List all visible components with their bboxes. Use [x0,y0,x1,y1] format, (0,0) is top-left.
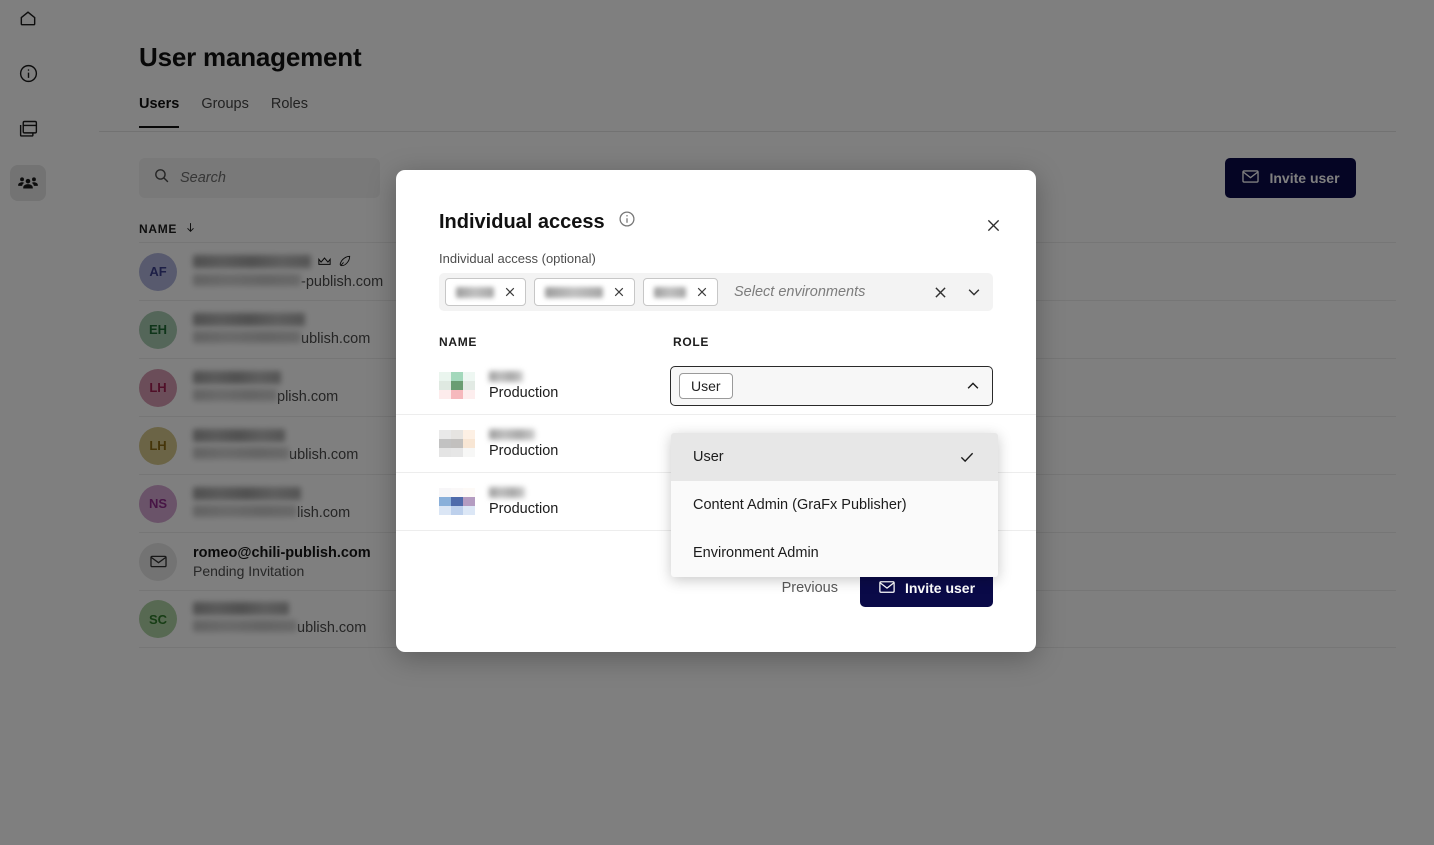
environment-chip[interactable] [643,278,718,306]
dialog-title-text: Individual access [439,210,605,233]
close-icon[interactable] [612,285,626,299]
environment-name-cell: Production [439,370,670,401]
role-dropdown-menu: User Content Admin (GraFx Publisher) Envir… [671,433,998,577]
environment-labels: Production [489,370,559,401]
chevron-up-icon[interactable] [964,377,982,395]
environment-chip-label [545,286,603,298]
column-header-role: ROLE [673,335,710,349]
role-select[interactable]: User [669,365,993,406]
role-option-label: Environment Admin [693,545,819,561]
role-option-label: Content Admin (GraFx Publisher) [693,497,907,513]
environment-name-redacted [489,428,535,440]
invite-user-label: Invite user [904,580,976,596]
check-icon [958,448,976,466]
close-icon[interactable] [982,214,1004,236]
role-option[interactable]: User [671,433,998,481]
close-icon[interactable] [503,285,517,299]
environment-chip-label [654,286,686,298]
environment-thumbnail [439,371,475,400]
role-option[interactable]: Content Admin (GraFx Publisher) [671,481,998,529]
environment-subtitle: Production [489,442,559,459]
environment-chip-label [456,286,494,298]
environment-labels: Production [489,428,559,459]
environment-thumbnail [439,487,475,516]
environment-name-cell: Production [439,428,670,459]
environment-chip[interactable] [445,278,526,306]
environment-labels: Production [489,486,559,517]
environment-name-redacted [489,370,523,382]
environments-placeholder: Select environments [734,284,866,300]
environments-table-header: NAME ROLE [439,335,993,349]
individual-access-dialog: Individual access Individual access (opt… [396,170,1036,652]
role-selected-value: User [678,372,733,399]
close-icon[interactable] [695,285,709,299]
chevron-down-icon[interactable] [961,283,987,301]
role-option[interactable]: Environment Admin [671,529,998,577]
dialog-title: Individual access [439,210,636,234]
envelope-icon [878,578,896,599]
clear-selection-icon[interactable] [927,284,953,301]
environment-chip[interactable] [534,278,635,306]
column-header-name: NAME [439,335,478,349]
info-circle-icon[interactable] [618,210,636,234]
environments-multiselect[interactable]: Select environments [439,273,993,311]
environment-thumbnail [439,429,475,458]
individual-access-field-label: Individual access (optional) [439,251,596,266]
environment-name-redacted [489,486,525,498]
environment-subtitle: Production [489,384,559,401]
role-option-label: User [693,449,724,465]
environment-subtitle: Production [489,500,559,517]
table-row: Production User [396,357,1036,415]
environment-name-cell: Production [439,486,670,517]
